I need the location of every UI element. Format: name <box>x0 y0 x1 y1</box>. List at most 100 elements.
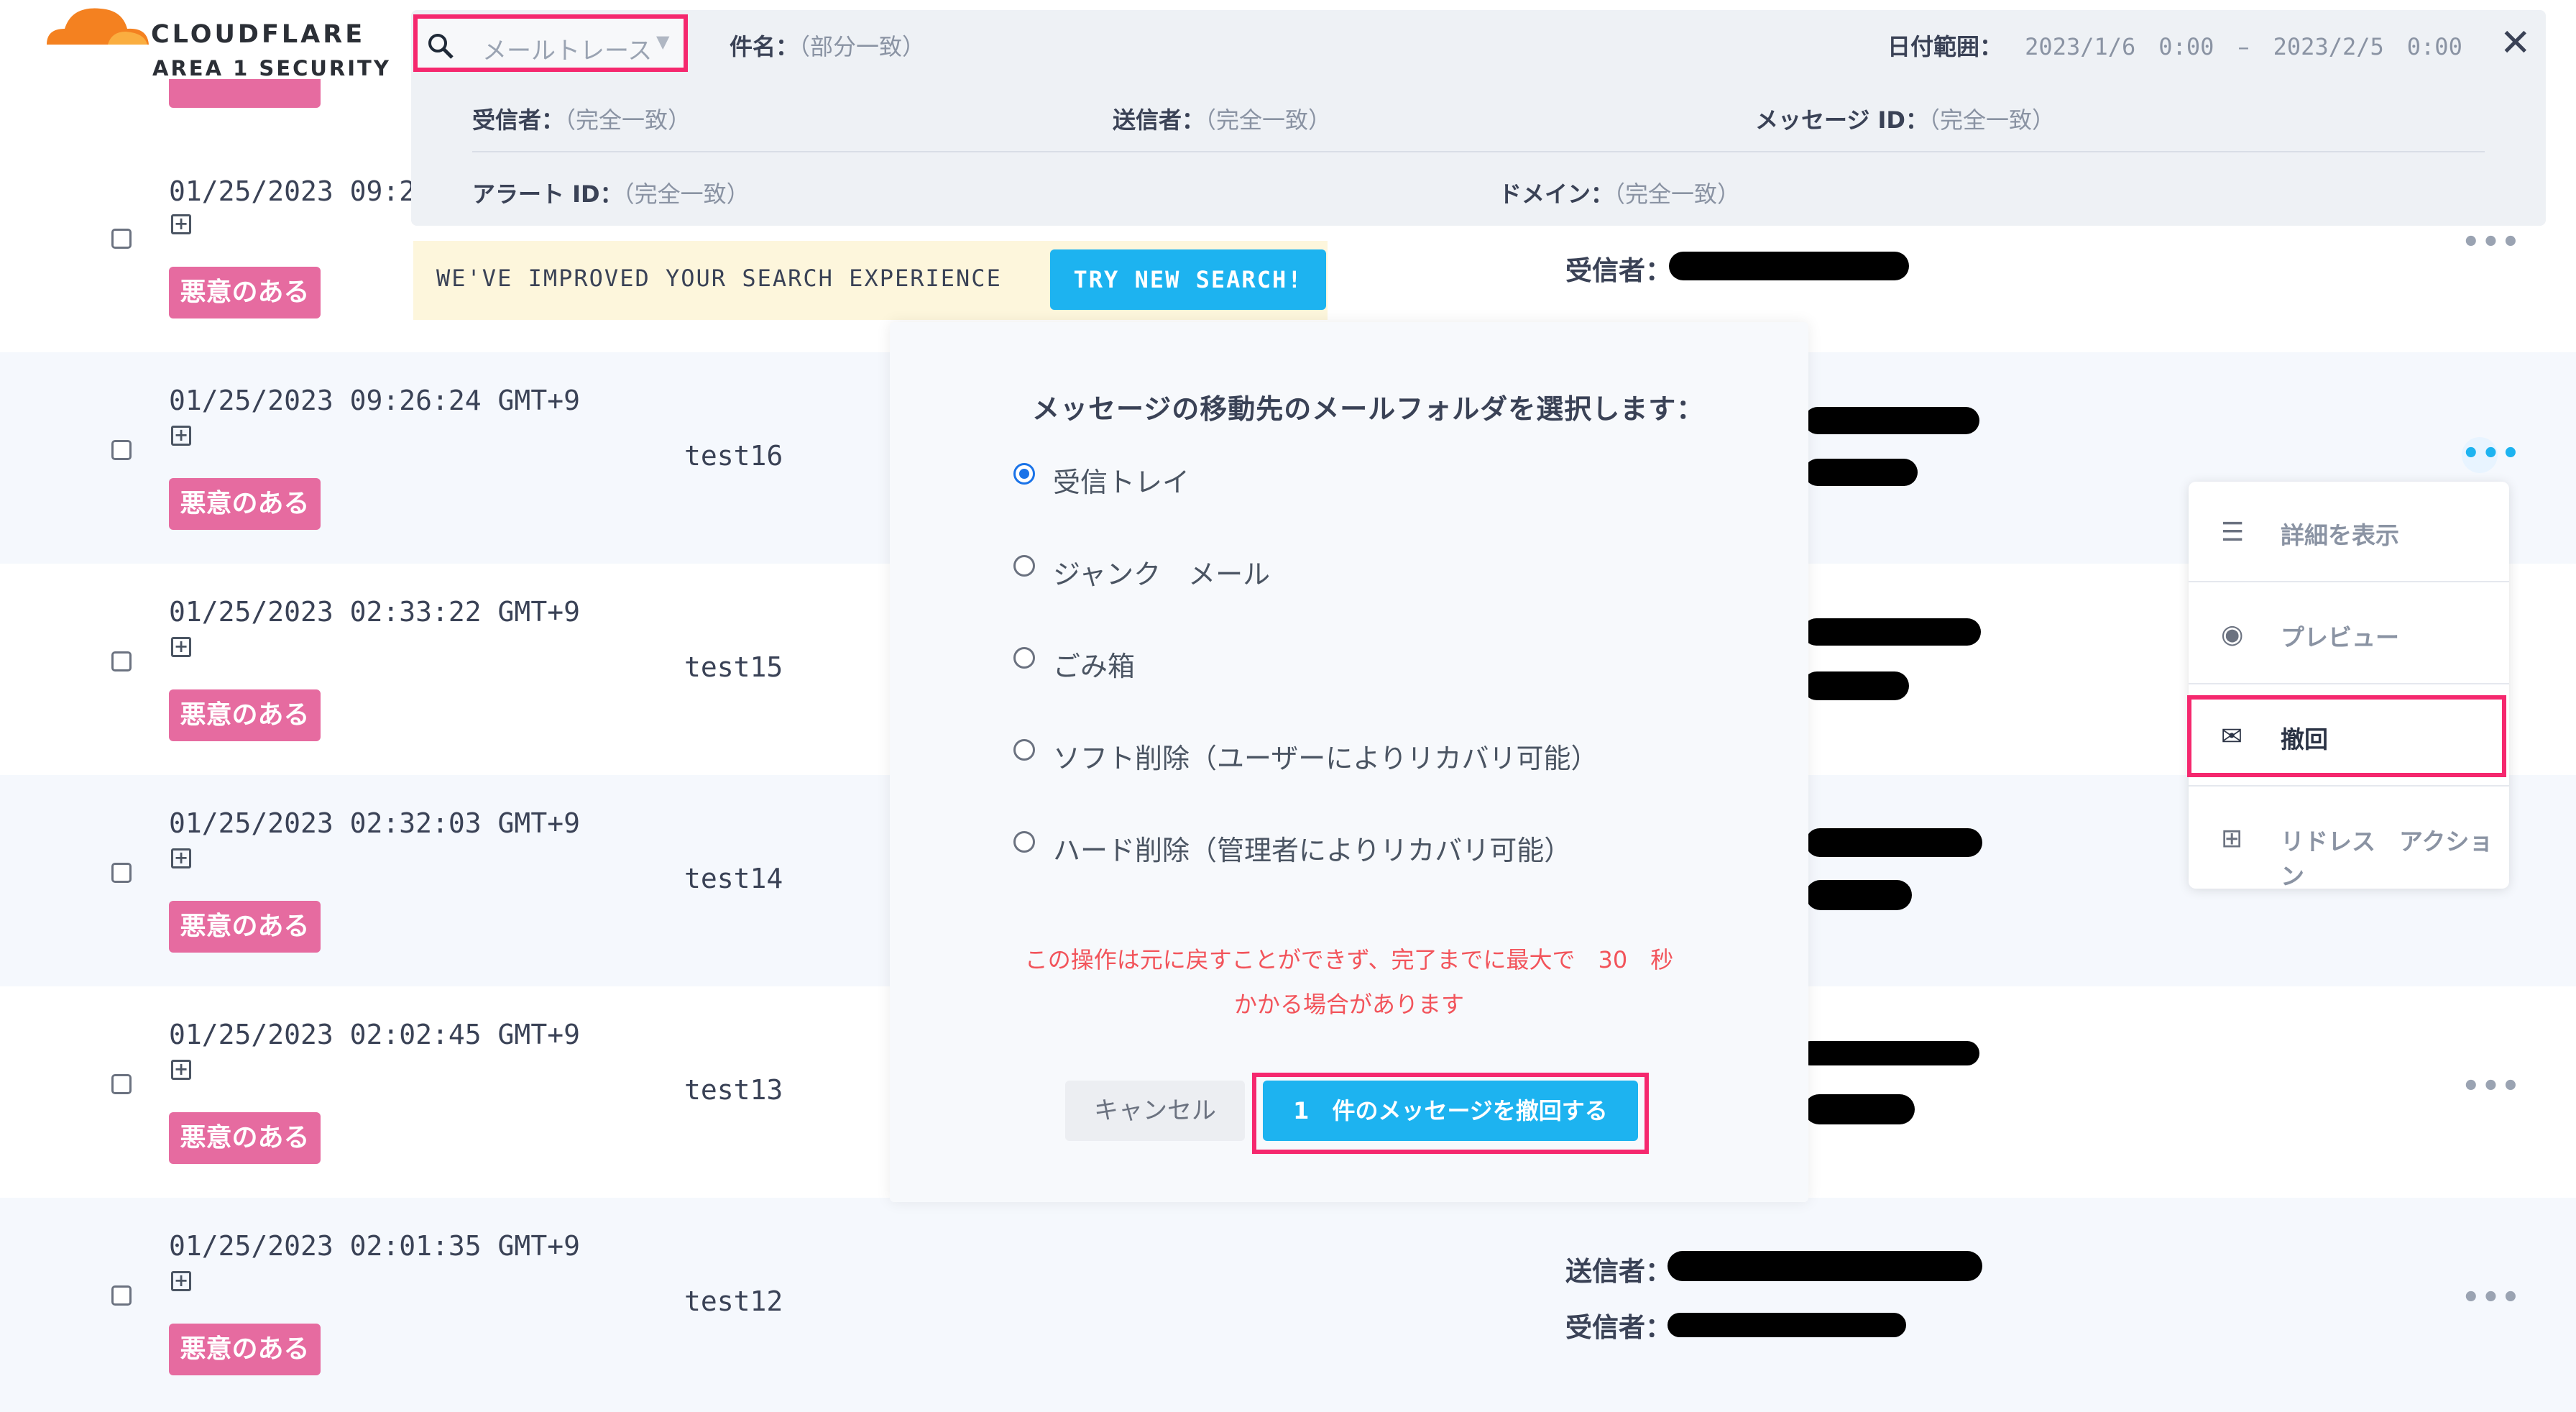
alert-id-hint: （完全一致） <box>622 180 750 208</box>
row-subject: test12 <box>684 1285 783 1317</box>
domain-field[interactable]: ドメイン：（完全一致） <box>1499 176 1740 209</box>
status-badge: 悪意のある <box>169 1112 321 1164</box>
expand-icon[interactable]: + <box>171 1060 191 1080</box>
message-id-field[interactable]: メッセージ ID：（完全一致） <box>1755 102 2055 135</box>
subject-hint: （部分一致） <box>799 33 926 60</box>
dialog-title: メッセージの移動先のメールフォルダを選択します： <box>1032 393 1705 425</box>
row-subject: test14 <box>684 863 783 894</box>
radio-label-trash[interactable]: ごみ箱 <box>1053 644 1135 684</box>
redacted-recipient <box>1806 880 1912 910</box>
expand-icon[interactable]: + <box>171 426 191 446</box>
redacted-sender <box>1798 1041 1979 1065</box>
date-range-field[interactable]: 日付範囲： 2023/1/6 0:00 – 2023/2/5 0:00 <box>1887 29 2462 62</box>
expand-icon[interactable]: + <box>171 1271 191 1291</box>
radio-hard-delete[interactable] <box>1013 831 1035 853</box>
table-row[interactable]: 01/25/2023 02:01:35 GMT+9 + 悪意のある test12… <box>0 1198 2576 1412</box>
radio-label-soft-delete[interactable]: ソフト削除（ユーザーによりリカバリ可能） <box>1053 736 1598 776</box>
status-badge: 悪意のある <box>169 1324 321 1375</box>
message-id-label: メッセージ ID： <box>1755 106 1928 134</box>
menu-item-recall[interactable]: ✉ 撤回 <box>2189 686 2509 787</box>
row-timestamp: 01/25/2023 02:01:35 GMT+9 <box>169 1230 580 1262</box>
recipient-hint: （完全一致） <box>564 106 691 134</box>
cancel-button[interactable]: キャンセル <box>1065 1081 1245 1141</box>
row-checkbox[interactable] <box>111 651 132 671</box>
radio-junk[interactable] <box>1013 555 1035 577</box>
alert-id-field[interactable]: アラート ID：（完全一致） <box>472 176 750 209</box>
sender-hint: （完全一致） <box>1205 106 1332 134</box>
row-more-icon[interactable]: ••• <box>2462 1281 2521 1314</box>
redacted-sender <box>1806 828 1982 857</box>
menu-label: 撤回 <box>2281 725 2328 753</box>
warning-text-line1: この操作は元に戻すことができず、完了までに最大で 30 秒 <box>1024 946 1674 973</box>
menu-item-redress[interactable]: ⊞ リドレス アクション <box>2189 788 2509 890</box>
row-subject: test13 <box>684 1074 783 1106</box>
sender-label: 送信者： <box>1113 106 1205 134</box>
sender-field[interactable]: 送信者：（完全一致） <box>1113 102 1331 135</box>
row-checkbox[interactable] <box>111 1285 132 1306</box>
search-type-select[interactable]: メールトレース ▼ <box>413 14 688 72</box>
row-more-icon[interactable]: ••• <box>2462 1070 2521 1103</box>
row-checkbox[interactable] <box>111 1074 132 1094</box>
radio-inbox[interactable] <box>1013 463 1035 485</box>
menu-divider <box>2189 683 2509 684</box>
row-timestamp: 01/25/2023 09:2 <box>169 175 416 207</box>
status-badge-partial <box>169 79 321 108</box>
subject-field[interactable]: 件名：（部分一致） <box>730 29 925 62</box>
row-timestamp: 01/25/2023 09:26:24 GMT+9 <box>169 385 580 416</box>
sender-label: 送信者： <box>1565 1256 1672 1287</box>
row-checkbox[interactable] <box>111 229 132 249</box>
expand-icon[interactable]: + <box>171 214 191 234</box>
redacted-recipient <box>1804 459 1918 486</box>
close-icon[interactable]: ✕ <box>2500 22 2531 65</box>
menu-label: リドレス アクション <box>2281 828 2493 890</box>
status-badge: 悪意のある <box>169 478 321 530</box>
try-new-search-button[interactable]: TRY NEW SEARCH! <box>1050 249 1326 310</box>
row-timestamp: 01/25/2023 02:02:45 GMT+9 <box>169 1019 580 1050</box>
plus-square-icon: ⊞ <box>2221 824 2243 853</box>
expand-icon[interactable]: + <box>171 848 191 868</box>
brand-product: AREA 1 SECURITY <box>152 56 391 81</box>
search-type-value: メールトレース <box>482 37 653 65</box>
search-icon <box>428 34 454 59</box>
row-more-icon[interactable]: ••• <box>2462 226 2521 259</box>
date-from[interactable]: 2023/1/6 0:00 <box>2025 33 2214 60</box>
date-separator: – <box>2237 33 2250 60</box>
row-more-icon-active[interactable]: ••• <box>2462 437 2521 470</box>
expand-icon[interactable]: + <box>171 637 191 657</box>
list-icon: ☰ <box>2221 518 2245 547</box>
radio-label-junk[interactable]: ジャンク メール <box>1053 552 1270 592</box>
recipient-label: 受信者： <box>1565 1312 1672 1343</box>
eye-icon: ◉ <box>2221 620 2244 649</box>
divider <box>472 151 2485 152</box>
menu-divider <box>2189 785 2509 787</box>
menu-divider <box>2189 581 2509 582</box>
status-badge: 悪意のある <box>169 689 321 741</box>
row-checkbox[interactable] <box>111 863 132 883</box>
menu-item-preview[interactable]: ◉ プレビュー <box>2189 584 2509 684</box>
radio-soft-delete[interactable] <box>1013 739 1035 761</box>
banner-text: WE'VE IMPROVED YOUR SEARCH EXPERIENCE <box>436 265 1002 292</box>
row-subject: test16 <box>684 440 783 472</box>
row-checkbox[interactable] <box>111 440 132 460</box>
radio-label-hard-delete[interactable]: ハード削除（管理者によりリカバリ可能） <box>1053 828 1571 868</box>
redacted-recipient <box>1803 671 1909 700</box>
row-timestamp: 01/25/2023 02:32:03 GMT+9 <box>169 807 580 839</box>
brand-name: CLOUDFLARE <box>151 20 366 49</box>
chevron-down-icon: ▼ <box>656 32 670 52</box>
status-badge: 悪意のある <box>169 901 321 953</box>
menu-label: プレビュー <box>2281 623 2399 651</box>
date-range-label: 日付範囲： <box>1887 33 2003 60</box>
date-to[interactable]: 2023/2/5 0:00 <box>2273 33 2462 60</box>
alert-id-label: アラート ID： <box>472 180 623 208</box>
subject-label: 件名： <box>730 33 799 60</box>
recipient-label: 受信者： <box>472 106 565 134</box>
menu-item-view-details[interactable]: ☰ 詳細を表示 <box>2189 482 2509 582</box>
radio-label-inbox[interactable]: 受信トレイ <box>1053 460 1190 500</box>
recall-confirm-button[interactable]: 1 件のメッセージを撤回する <box>1263 1081 1638 1141</box>
recipient-field[interactable]: 受信者：（完全一致） <box>472 102 691 135</box>
row-subject: test15 <box>684 651 783 683</box>
domain-hint: （完全一致） <box>1614 180 1741 208</box>
recipient-label: 受信者： <box>1565 255 1672 286</box>
warning-text-line2: かかる場合があります <box>1233 991 1464 1018</box>
radio-trash[interactable] <box>1013 647 1035 669</box>
